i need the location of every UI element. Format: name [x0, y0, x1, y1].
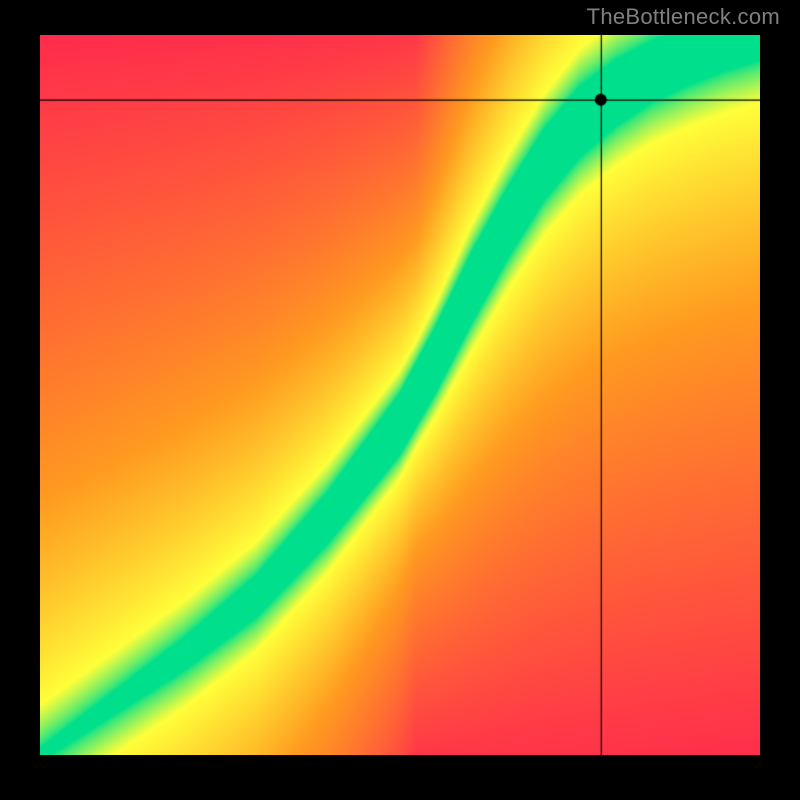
- plot-area: [40, 35, 760, 755]
- chart-container: TheBottleneck.com: [0, 0, 800, 800]
- watermark-label: TheBottleneck.com: [587, 4, 780, 30]
- heatmap-canvas: [40, 35, 760, 755]
